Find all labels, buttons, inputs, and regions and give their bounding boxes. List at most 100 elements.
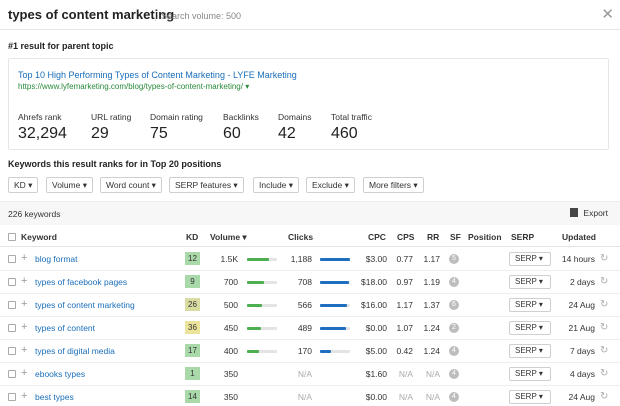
updated-value: 7 days [569, 346, 595, 356]
col-volume[interactable]: Volume ▾ [210, 232, 247, 243]
serp-dropdown-button[interactable]: SERP ▾ [509, 252, 551, 266]
rr-value: 1.24 [423, 346, 440, 356]
add-to-list-icon[interactable]: + [21, 367, 27, 379]
clicks-bar [320, 258, 350, 261]
add-to-list-icon[interactable]: + [21, 252, 27, 264]
select-all-checkbox[interactable] [8, 233, 16, 241]
col-cpc[interactable]: CPC [368, 232, 386, 242]
volume-bar [247, 350, 277, 353]
col-position[interactable]: Position [468, 232, 502, 242]
cps-value: 0.97 [396, 277, 413, 287]
metric-url-rating: URL rating 29 [91, 112, 131, 143]
clicks-bar-fill [320, 304, 347, 307]
keyword-link[interactable]: ebooks types [35, 369, 85, 379]
rr-value: N/A [425, 369, 440, 379]
rr-value: 1.19 [423, 277, 440, 287]
refresh-icon[interactable]: ↻ [600, 276, 608, 287]
refresh-icon[interactable]: ↻ [600, 253, 608, 264]
filter-serp-features-button[interactable]: SERP features ▾ [169, 177, 244, 193]
metric-label: Domain rating [150, 112, 203, 122]
keyword-link[interactable]: types of facebook pages [35, 277, 127, 287]
refresh-icon[interactable]: ↻ [600, 299, 608, 310]
metric-value: 75 [150, 125, 168, 142]
serp-features-icon[interactable]: 4 [449, 346, 459, 356]
volume-value: 350 [223, 369, 238, 379]
metric-label: Domains [278, 112, 312, 122]
metric-domains: Domains 42 [278, 112, 312, 143]
serp-dropdown-button[interactable]: SERP ▾ [509, 321, 551, 335]
filter-volume-button[interactable]: Volume ▾ [46, 177, 93, 193]
serp-features-icon[interactable]: 6 [449, 300, 459, 310]
cpc-value: $5.00 [365, 346, 387, 356]
serp-dropdown-button[interactable]: SERP ▾ [509, 367, 551, 381]
row-checkbox[interactable] [8, 324, 16, 332]
filter-kd-button[interactable]: KD ▾ [8, 177, 39, 193]
row-checkbox[interactable] [8, 301, 16, 309]
serp-dropdown-button[interactable]: SERP ▾ [509, 390, 551, 404]
add-to-list-icon[interactable]: + [21, 298, 27, 310]
filter-word-count-button[interactable]: Word count ▾ [100, 177, 162, 193]
row-checkbox[interactable] [8, 255, 16, 263]
rr-value: 1.17 [423, 254, 440, 264]
updated-value: 4 days [569, 369, 595, 379]
add-to-list-icon[interactable]: + [21, 344, 27, 356]
result-link[interactable]: Top 10 High Performing Types of Content … [18, 70, 297, 80]
serp-features-icon[interactable]: 4 [449, 392, 459, 402]
volume-bar-fill [247, 281, 264, 284]
result-url[interactable]: https://www.lyfemarketing.com/blog/types… [18, 82, 249, 91]
close-icon[interactable]: ✕ [601, 5, 614, 23]
keyword-link[interactable]: best types [35, 392, 74, 402]
volume-bar [247, 258, 277, 261]
cps-value: 0.77 [396, 254, 413, 264]
row-checkbox[interactable] [8, 393, 16, 401]
volume-value: 700 [223, 277, 238, 287]
col-rr[interactable]: RR [427, 232, 439, 242]
search-volume: Search volume: 500 [155, 11, 241, 21]
serp-features-icon[interactable]: 5 [449, 254, 459, 264]
serp-dropdown-button[interactable]: SERP ▾ [509, 275, 551, 289]
col-updated[interactable]: Updated [562, 232, 596, 242]
serp-dropdown-button[interactable]: SERP ▾ [509, 344, 551, 358]
clicks-bar [320, 281, 350, 284]
volume-bar [247, 327, 277, 330]
kd-badge: 36 [185, 321, 200, 334]
serp-features-icon[interactable]: 4 [449, 277, 459, 287]
keyword-link[interactable]: types of digital media [35, 346, 115, 356]
col-kd[interactable]: KD [186, 232, 198, 242]
filter-more-button[interactable]: More filters ▾ [363, 177, 424, 193]
refresh-icon[interactable]: ↻ [600, 368, 608, 379]
export-button[interactable]: Export [570, 208, 608, 218]
volume-bar-fill [247, 350, 259, 353]
col-keyword[interactable]: Keyword [21, 232, 57, 242]
cps-value: 1.07 [396, 323, 413, 333]
keyword-link[interactable]: types of content marketing [35, 300, 135, 310]
export-label: Export [583, 208, 608, 218]
col-sf[interactable]: SF [450, 232, 461, 242]
clicks-value: 566 [297, 300, 312, 310]
serp-dropdown-button[interactable]: SERP ▾ [509, 298, 551, 312]
filter-include-button[interactable]: Include ▾ [253, 177, 300, 193]
add-to-list-icon[interactable]: + [21, 321, 27, 333]
serp-features-icon[interactable]: 4 [449, 369, 459, 379]
header-bar: types of content marketing Search volume… [0, 0, 620, 30]
row-checkbox[interactable] [8, 370, 16, 378]
keyword-link[interactable]: blog format [35, 254, 78, 264]
cpc-value: $3.00 [365, 254, 387, 264]
add-to-list-icon[interactable]: + [21, 275, 27, 287]
clicks-value: N/A [297, 392, 312, 402]
add-to-list-icon[interactable]: + [21, 390, 27, 402]
filter-exclude-button[interactable]: Exclude ▾ [306, 177, 355, 193]
metric-label: Ahrefs rank [18, 112, 62, 122]
volume-bar [247, 304, 277, 307]
row-checkbox[interactable] [8, 278, 16, 286]
col-clicks[interactable]: Clicks [288, 232, 313, 242]
row-checkbox[interactable] [8, 347, 16, 355]
keyword-link[interactable]: types of content [35, 323, 95, 333]
serp-features-icon[interactable]: 2 [449, 323, 459, 333]
kd-badge: 17 [185, 344, 200, 357]
refresh-icon[interactable]: ↻ [600, 322, 608, 333]
keywords-heading: Keywords this result ranks for in Top 20… [8, 159, 222, 169]
refresh-icon[interactable]: ↻ [600, 391, 608, 402]
col-cps[interactable]: CPS [397, 232, 414, 242]
refresh-icon[interactable]: ↻ [600, 345, 608, 356]
